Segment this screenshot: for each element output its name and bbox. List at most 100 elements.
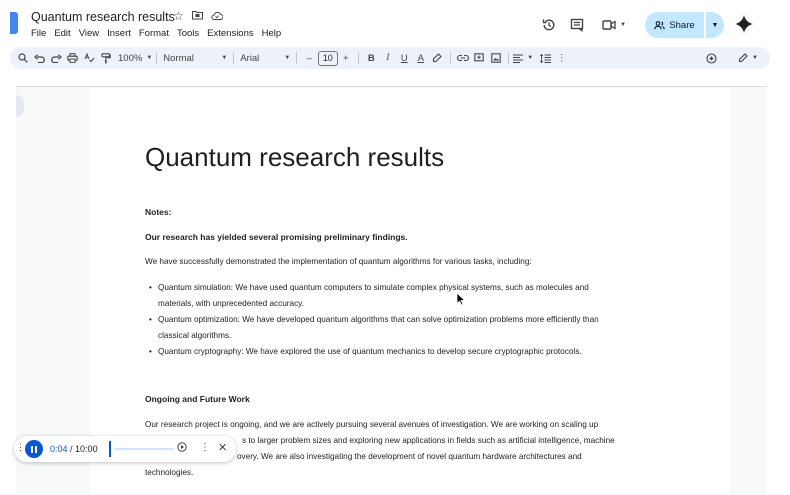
menu-file[interactable]: File [31, 28, 46, 39]
comments-icon[interactable] [566, 14, 588, 36]
total-time: 10:00 [75, 444, 98, 454]
people-icon [654, 20, 666, 29]
mouse-pointer-icon [456, 292, 466, 306]
playback-position-marker[interactable] [109, 441, 111, 457]
pause-icon [35, 445, 37, 453]
chevron-down-icon: ▼ [752, 55, 758, 61]
insert-link-icon[interactable] [455, 49, 471, 67]
menu-format[interactable]: Format [139, 28, 169, 39]
player-more-options-icon[interactable]: ⋮ [200, 442, 210, 453]
menu-bar: File Edit View Insert Format Tools Exten… [31, 28, 281, 39]
toolbar-divider [156, 52, 158, 64]
align-left-icon [513, 53, 524, 63]
list-item-line: materials, with unprecedented accuracy. [158, 299, 304, 308]
highlight-color-icon[interactable] [429, 49, 445, 67]
list-item[interactable]: Quantum cryptography: We have explored t… [149, 344, 650, 360]
menu-insert[interactable]: Insert [107, 28, 131, 39]
pause-button[interactable] [25, 440, 43, 458]
bold-button[interactable]: B [363, 49, 379, 67]
zoom-select[interactable]: 100% ▼ [118, 53, 152, 64]
font-family-select[interactable]: Arial ▼ [238, 53, 292, 64]
chevron-down-icon: ▼ [221, 55, 228, 61]
decrease-font-size-button[interactable]: – [301, 49, 317, 67]
docs-logo-icon[interactable] [10, 12, 18, 34]
increase-font-size-button[interactable]: + [338, 49, 354, 67]
pause-icon [31, 445, 33, 453]
current-time: 0:04 [50, 444, 68, 454]
share-group: Share ▼ [645, 12, 724, 38]
chevron-down-icon: ▼ [284, 55, 291, 61]
playback-speed-icon[interactable] [177, 442, 187, 455]
list-item-line: Quantum optimization: We have developed … [158, 315, 599, 324]
document-heading[interactable]: Quantum research results [145, 142, 444, 173]
list-item-line: Quantum cryptography: We have explored t… [158, 347, 582, 356]
menu-tools[interactable]: Tools [177, 28, 199, 39]
paint-format-icon[interactable] [98, 49, 114, 67]
more-options-icon[interactable]: ⋮ [554, 49, 570, 67]
time-separator: / [67, 444, 76, 454]
chevron-down-icon: ▼ [527, 55, 534, 61]
toolbar-divider [508, 52, 510, 64]
meet-icon[interactable]: ▼ [598, 14, 630, 36]
paragraph-style-value: Normal [163, 52, 194, 64]
intro-paragraph[interactable]: We have successfully demonstrated the im… [145, 254, 532, 270]
paragraph-style-select[interactable]: Normal ▼ [161, 53, 229, 64]
move-to-folder-icon[interactable] [191, 9, 203, 23]
toolbar-divider [358, 52, 360, 64]
section-heading[interactable]: Ongoing and Future Work [145, 394, 250, 404]
align-select[interactable]: ▼ [513, 53, 534, 63]
paragraph-line: technologies. [145, 468, 194, 477]
share-label: Share [669, 19, 695, 31]
list-item[interactable]: Quantum simulation: We have used quantum… [149, 280, 650, 312]
history-icon[interactable] [538, 14, 560, 36]
drag-handle-icon[interactable]: ⋮ [16, 442, 25, 453]
gemini-icon[interactable] [734, 14, 754, 34]
toolbar-divider [233, 52, 235, 64]
header-action-group: ▼ [538, 12, 630, 38]
toolbar-divider [296, 52, 298, 64]
italic-button[interactable]: I [380, 49, 396, 67]
spellcheck-icon[interactable] [81, 49, 97, 67]
menu-view[interactable]: View [79, 28, 99, 39]
formatting-toolbar: 100% ▼ Normal ▼ Arial ▼ – 10 + B I U A ▼… [10, 47, 770, 69]
playback-scrubber[interactable] [114, 448, 174, 450]
menu-help[interactable]: Help [262, 28, 282, 39]
list-item-line: classical algorithms. [158, 331, 232, 340]
document-title[interactable]: Quantum research results [31, 10, 175, 24]
cloud-status-icon[interactable] [211, 9, 224, 23]
notes-label[interactable]: Notes: [145, 207, 171, 217]
font-size-input[interactable]: 10 [317, 50, 338, 66]
list-item-line: Quantum simulation: We have used quantum… [158, 283, 589, 292]
redo-icon[interactable] [48, 49, 64, 67]
editing-mode-select[interactable]: ▼ [738, 53, 758, 63]
underline-button[interactable]: U [396, 49, 412, 67]
toolbar-divider [449, 52, 451, 64]
audio-player: ⋮ 0:04 / 10:00 ⋮ ✕ [14, 436, 236, 462]
print-icon[interactable] [65, 49, 81, 67]
undo-icon[interactable] [32, 49, 48, 67]
add-comment-icon[interactable] [471, 49, 487, 67]
zoom-value: 100% [118, 52, 143, 64]
share-dropdown-button[interactable]: ▼ [706, 12, 724, 38]
intro-bold-paragraph[interactable]: Our research has yielded several promisi… [145, 232, 408, 242]
findings-list: Quantum simulation: We have used quantum… [149, 280, 650, 360]
paragraph-line: Our research project is ongoing, and we … [145, 420, 599, 429]
list-item[interactable]: Quantum optimization: We have developed … [149, 312, 650, 344]
close-icon[interactable]: ✕ [218, 441, 227, 454]
title-bar: Quantum research results ☆ File Edit Vie… [0, 0, 790, 46]
search-menus-icon[interactable] [15, 49, 31, 67]
share-button[interactable]: Share [645, 12, 704, 38]
playback-time: 0:04 / 10:00 [50, 444, 98, 454]
chevron-down-icon: ▼ [146, 55, 153, 61]
menu-extensions[interactable]: Extensions [207, 28, 253, 39]
font-family-value: Arial [240, 52, 260, 64]
chevron-down-icon: ▼ [620, 22, 626, 28]
star-icon[interactable]: ☆ [173, 9, 184, 23]
gemini-help-me-write-icon[interactable] [704, 49, 720, 67]
title-icon-group: ☆ [173, 9, 224, 23]
insert-image-icon[interactable] [488, 49, 504, 67]
text-color-button[interactable]: A [413, 49, 429, 67]
line-spacing-icon[interactable] [537, 49, 553, 67]
menu-edit[interactable]: Edit [54, 28, 70, 39]
chevron-down-icon: ▼ [711, 21, 719, 29]
